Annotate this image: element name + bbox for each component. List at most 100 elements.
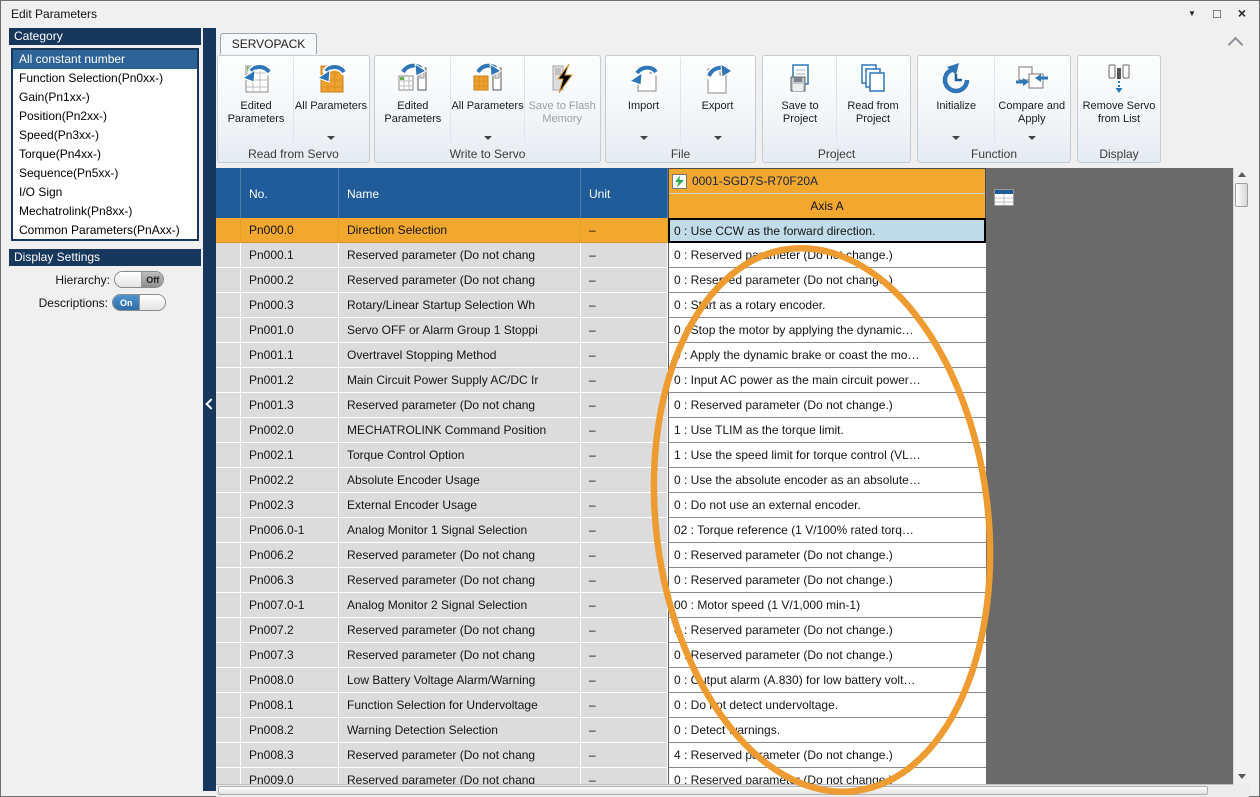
cell-value[interactable]: 0 : Reserved parameter (Do not change.) [668, 618, 986, 643]
cell-value[interactable]: 0 : Reserved parameter (Do not change.) [668, 568, 986, 593]
table-row[interactable]: Pn008.1 Function Selection for Undervolta… [216, 693, 986, 718]
table-row[interactable]: Pn000.2 Reserved parameter (Do not chang –… [216, 268, 986, 293]
hierarchy-toggle[interactable]: Off [114, 271, 164, 288]
cell-value[interactable]: 0 : Reserved parameter (Do not change.) [668, 268, 986, 293]
cell-value[interactable]: 0 : Reserved parameter (Do not change.) [668, 643, 986, 668]
table-row[interactable]: Pn008.2 Warning Detection Selection –0 : D… [216, 718, 986, 743]
row-selector[interactable] [216, 543, 241, 568]
row-selector[interactable] [216, 493, 241, 518]
descriptions-toggle[interactable]: On [112, 294, 166, 311]
header-no[interactable]: No. [241, 168, 339, 219]
row-selector[interactable] [216, 718, 241, 743]
cell-value[interactable]: 1 : Use the speed limit for torque contr… [668, 443, 986, 468]
read-from-project-button[interactable]: Read from Project [836, 57, 909, 143]
collapse-ribbon-icon[interactable] [1227, 36, 1244, 53]
tab-servopack[interactable]: SERVOPACK [220, 33, 317, 54]
category-item[interactable]: All constant number [13, 50, 197, 69]
cell-value[interactable]: 0 : Detect warnings. [668, 718, 986, 743]
write-edited-parameters-button[interactable]: Edited Parameters [376, 57, 450, 143]
cell-value[interactable]: 0 : Reserved parameter (Do not change.) [668, 393, 986, 418]
cell-value[interactable]: 0 : Reserved parameter (Do not change.) [668, 243, 986, 268]
table-row[interactable]: Pn002.2 Absolute Encoder Usage –0 : Use th… [216, 468, 986, 493]
category-item[interactable]: Mechatrolink(Pn8xx-) [13, 202, 197, 221]
category-item[interactable]: Gain(Pn1xx-) [13, 88, 197, 107]
maximize-icon[interactable]: □ [1213, 6, 1221, 21]
category-item[interactable]: Position(Pn2xx-) [13, 107, 197, 126]
table-view-icon[interactable] [994, 189, 1014, 211]
category-item[interactable]: Speed(Pn3xx-) [13, 126, 197, 145]
import-button[interactable]: Import [607, 57, 680, 143]
cell-value[interactable]: 0 : Reserved parameter (Do not change.) [668, 768, 986, 784]
category-item[interactable]: Sequence(Pn5xx-) [13, 164, 197, 183]
cell-value[interactable]: 0 : Start as a rotary encoder. [668, 293, 986, 318]
cell-value[interactable]: 4 : Reserved parameter (Do not change.) [668, 743, 986, 768]
header-name[interactable]: Name [339, 168, 581, 219]
cell-value[interactable]: 0 : Use the absolute encoder as an absol… [668, 468, 986, 493]
row-selector[interactable] [216, 668, 241, 693]
servo-column-header[interactable]: 0001-SGD7S-R70F20A Axis A [668, 168, 986, 219]
table-row[interactable]: Pn006.2 Reserved parameter (Do not chang –… [216, 543, 986, 568]
category-item[interactable]: Common Parameters(PnAxx-) [13, 221, 197, 239]
sidebar-splitter[interactable] [203, 28, 217, 791]
table-row[interactable]: Pn000.1 Reserved parameter (Do not chang –… [216, 243, 986, 268]
table-row[interactable]: Pn000.3 Rotary/Linear Startup Selection W… [216, 293, 986, 318]
row-selector[interactable] [216, 743, 241, 768]
read-all-parameters-button[interactable]: All Parameters [293, 57, 368, 143]
table-row[interactable]: Pn002.0 MECHATROLINK Command Position –1 :… [216, 418, 986, 443]
table-row[interactable]: Pn002.1 Torque Control Option –1 : Use the… [216, 443, 986, 468]
table-row[interactable]: Pn006.3 Reserved parameter (Do not chang –… [216, 568, 986, 593]
table-row[interactable]: Pn001.2 Main Circuit Power Supply AC/DC I… [216, 368, 986, 393]
axis-label[interactable]: Axis A [669, 194, 985, 218]
cell-value[interactable]: 00 : Motor speed (1 V/1,000 min-1) [668, 593, 986, 618]
scrollbar-thumb[interactable] [1235, 183, 1248, 207]
row-selector[interactable] [216, 418, 241, 443]
cell-value[interactable]: 1 : Use TLIM as the torque limit. [668, 418, 986, 443]
cell-value[interactable]: 0 : Apply the dynamic brake or coast the… [668, 343, 986, 368]
cell-value[interactable]: 0 : Use CCW as the forward direction. [668, 218, 986, 243]
table-row[interactable]: Pn001.0 Servo OFF or Alarm Group 1 Stoppi… [216, 318, 986, 343]
cell-value[interactable]: 0 : Do not detect undervoltage. [668, 693, 986, 718]
row-selector[interactable] [216, 243, 241, 268]
row-selector[interactable] [216, 218, 241, 243]
row-selector[interactable] [216, 293, 241, 318]
table-row[interactable]: Pn006.0-1 Analog Monitor 1 Signal Selecti… [216, 518, 986, 543]
cell-value[interactable]: 0 : Reserved parameter (Do not change.) [668, 543, 986, 568]
row-selector[interactable] [216, 768, 241, 784]
vertical-scrollbar[interactable] [1233, 168, 1249, 784]
row-selector[interactable] [216, 643, 241, 668]
table-row[interactable]: Pn007.3 Reserved parameter (Do not chang –… [216, 643, 986, 668]
table-row[interactable]: Pn007.0-1 Analog Monitor 2 Signal Selecti… [216, 593, 986, 618]
horizontal-scrollbar[interactable] [216, 784, 1233, 797]
table-row[interactable]: Pn001.1 Overtravel Stopping Method –0 : Ap… [216, 343, 986, 368]
category-item[interactable]: Torque(Pn4xx-) [13, 145, 197, 164]
write-all-parameters-button[interactable]: All Parameters [449, 57, 525, 143]
row-selector[interactable] [216, 618, 241, 643]
save-to-flash-memory-button[interactable]: Save to Flash Memory [524, 57, 599, 143]
cell-value[interactable]: 0 : Stop the motor by applying the dynam… [668, 318, 986, 343]
row-selector[interactable] [216, 443, 241, 468]
cell-value[interactable]: 02 : Torque reference (1 V/100% rated to… [668, 518, 986, 543]
row-selector[interactable] [216, 593, 241, 618]
row-selector[interactable] [216, 318, 241, 343]
close-icon[interactable]: × [1238, 5, 1246, 21]
row-selector[interactable] [216, 568, 241, 593]
table-row[interactable]: Pn002.3 External Encoder Usage –0 : Do not… [216, 493, 986, 518]
category-item[interactable]: Function Selection(Pn0xx-) [13, 69, 197, 88]
table-row[interactable]: Pn001.3 Reserved parameter (Do not chang –… [216, 393, 986, 418]
table-row[interactable]: Pn008.3 Reserved parameter (Do not chang –… [216, 743, 986, 768]
table-row[interactable]: Pn008.0 Low Battery Voltage Alarm/Warning… [216, 668, 986, 693]
row-selector[interactable] [216, 468, 241, 493]
scroll-down-icon[interactable] [1238, 774, 1246, 779]
row-selector[interactable] [216, 518, 241, 543]
read-edited-parameters-button[interactable]: Edited Parameters [219, 57, 293, 143]
row-selector[interactable] [216, 693, 241, 718]
cell-value[interactable]: 0 : Do not use an external encoder. [668, 493, 986, 518]
table-row[interactable]: Pn000.0 Direction Selection –0 : Use CCW a… [216, 218, 986, 243]
export-button[interactable]: Export [680, 57, 754, 143]
initialize-button[interactable]: Initialize [919, 57, 994, 143]
header-unit[interactable]: Unit [581, 168, 668, 219]
scrollbar-thumb[interactable] [218, 786, 1208, 795]
cell-value[interactable]: 0 : Input AC power as the main circuit p… [668, 368, 986, 393]
category-item[interactable]: I/O Sign [13, 183, 197, 202]
row-selector[interactable] [216, 368, 241, 393]
